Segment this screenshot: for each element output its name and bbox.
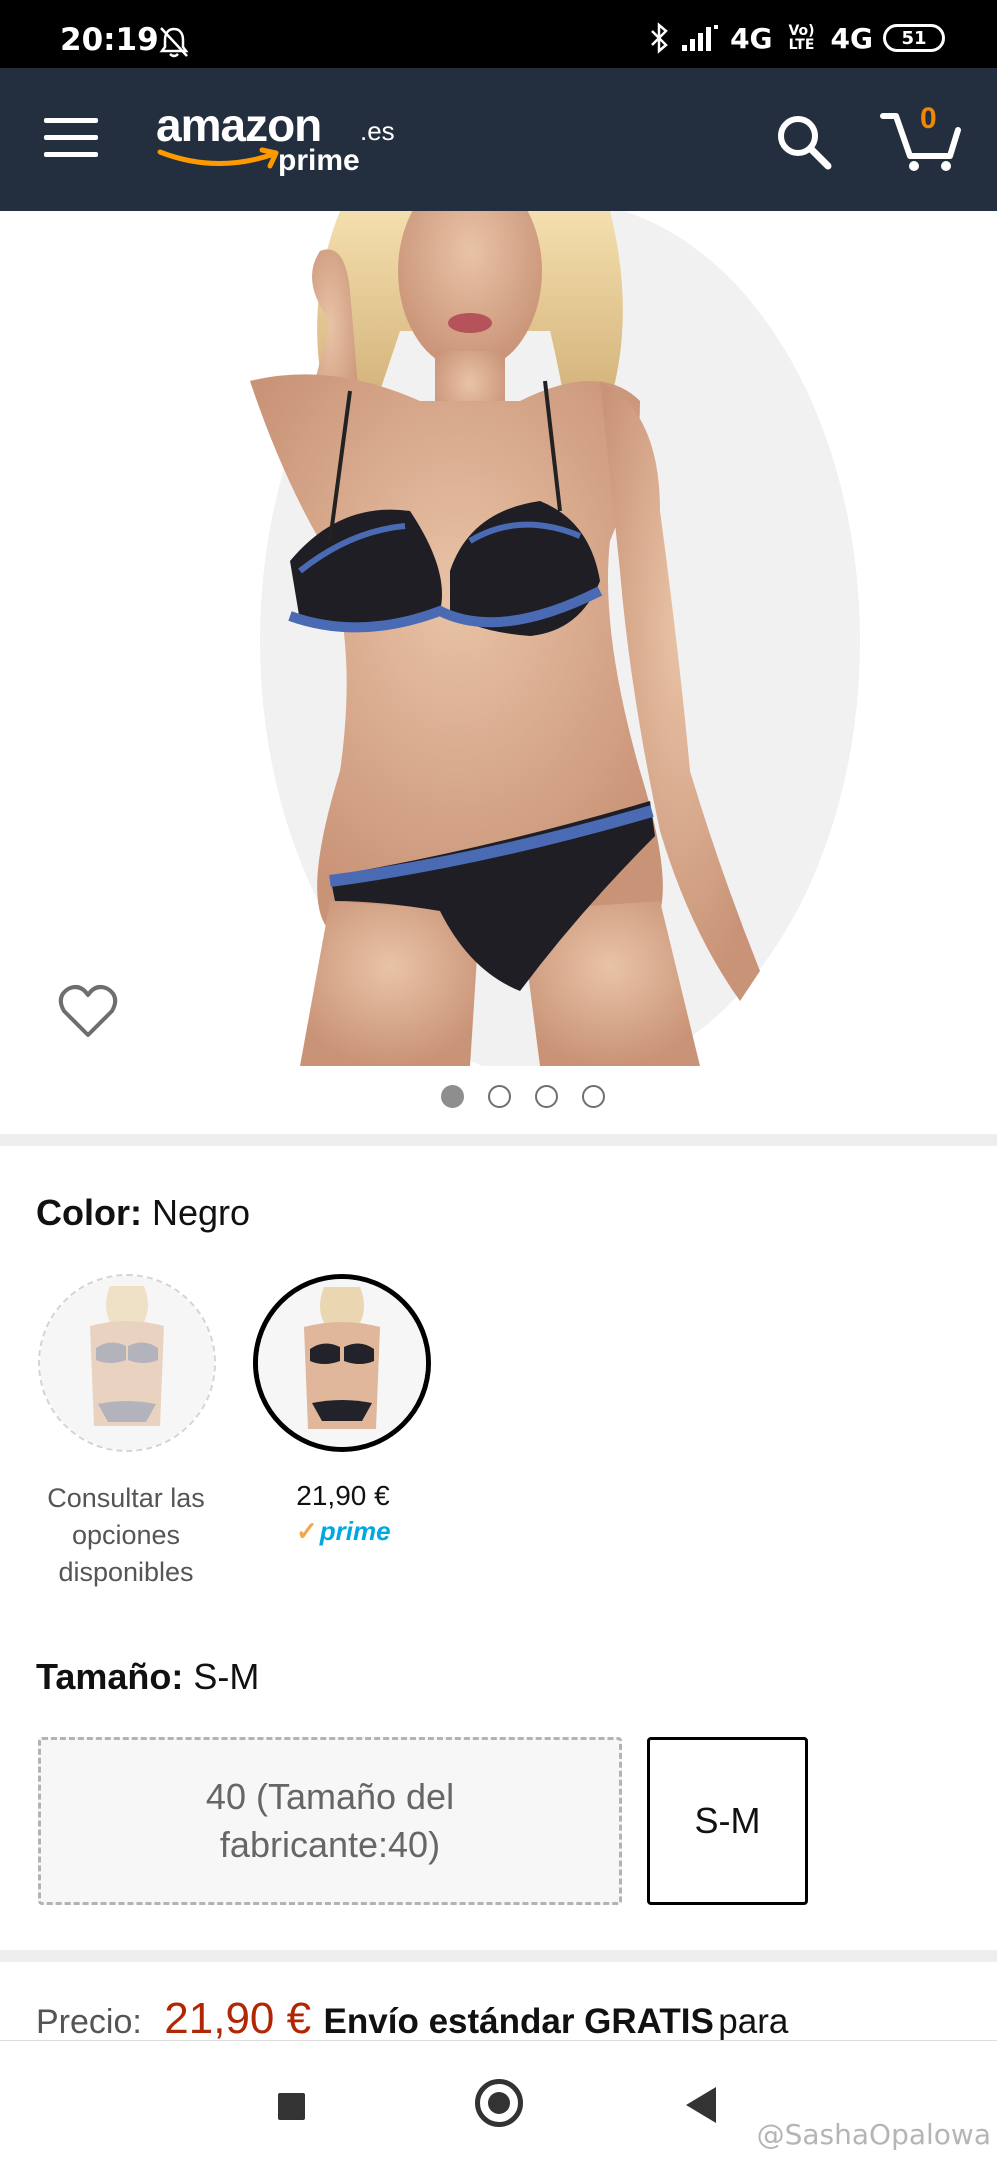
- color-swatch-unavailable[interactable]: [38, 1274, 216, 1452]
- status-icons: 4G Vo) LTE 4G 51: [648, 20, 945, 56]
- size-heading: Tamaño: S-M: [36, 1656, 259, 1698]
- section-divider: [0, 1950, 997, 1962]
- check-icon: ✓: [296, 1516, 318, 1546]
- search-icon[interactable]: [774, 112, 834, 172]
- status-bar: 20:19 4G Vo) LTE 4G 51: [0, 0, 997, 68]
- swatch-thumbnail: [40, 1276, 214, 1450]
- product-page: 20:19 4G Vo) LTE 4G 51 amazon .es prime …: [0, 0, 997, 2160]
- price-row: Precio: 21,90 € Envío estándar GRATIS pa…: [36, 1994, 976, 2040]
- carousel-dot[interactable]: [534, 1085, 558, 1108]
- network-label-1: 4G: [730, 21, 773, 55]
- carousel-dot[interactable]: [487, 1085, 511, 1108]
- network-label-2: 4G: [830, 21, 873, 55]
- size-option-40[interactable]: 40 (Tamaño del fabricante:40): [38, 1737, 622, 1905]
- bluetooth-icon: [651, 22, 668, 54]
- size-option-label: S-M: [694, 1800, 761, 1841]
- color-heading: Color: Negro: [36, 1192, 250, 1234]
- shipping-text: Envío estándar GRATIS: [323, 2002, 714, 2040]
- muted-bell-icon: [159, 27, 189, 58]
- product-photo: [0, 211, 997, 1066]
- prime-badge: ✓prime: [296, 1516, 391, 1547]
- heart-icon[interactable]: [58, 983, 118, 1039]
- carousel-dots: [0, 1085, 997, 1109]
- color-label: Color:: [36, 1192, 142, 1233]
- amazon-logo[interactable]: amazon .es prime: [156, 98, 396, 188]
- menu-icon: [44, 118, 98, 123]
- size-option-label: 40 (Tamaño del fabricante:40): [205, 1776, 455, 1865]
- app-header: amazon .es prime 0: [0, 68, 997, 211]
- section-divider: [0, 1134, 997, 1146]
- color-value: Negro: [152, 1192, 251, 1233]
- swatch-thumbnail: [258, 1279, 426, 1447]
- price-value: 21,90 €: [164, 1994, 312, 2040]
- shipping-tail: para: [718, 2002, 789, 2040]
- swatch-price: 21,90 €: [296, 1480, 390, 1511]
- size-option-s-m[interactable]: S-M: [647, 1737, 808, 1905]
- menu-button[interactable]: [44, 118, 98, 160]
- recents-button[interactable]: [278, 2093, 305, 2120]
- product-image[interactable]: [0, 211, 997, 1066]
- size-label: Tamaño:: [36, 1656, 184, 1697]
- volte-label: Vo) LTE: [788, 23, 815, 53]
- cart-button[interactable]: 0: [880, 102, 962, 172]
- status-time: 20:19: [60, 22, 159, 58]
- logo-prime: prime: [278, 144, 360, 177]
- prime-label: prime: [319, 1516, 391, 1546]
- color-swatch-negro[interactable]: [253, 1274, 431, 1452]
- carousel-dot[interactable]: [581, 1085, 605, 1108]
- watermark: @SashaOpalowa: [756, 2118, 991, 2151]
- size-value: S-M: [193, 1656, 260, 1697]
- carousel-dot[interactable]: [440, 1085, 464, 1108]
- cart-count: 0: [920, 102, 937, 135]
- battery-indicator: 51: [883, 24, 945, 52]
- home-button[interactable]: [475, 2079, 523, 2127]
- back-button[interactable]: [686, 2087, 716, 2123]
- price-label: Precio:: [36, 2003, 142, 2040]
- swatch-unavailable-label: Consultar las opciones disponibles: [47, 1483, 205, 1587]
- signal-icon: [682, 25, 719, 51]
- logo-domain: .es: [360, 116, 395, 146]
- smile-arrow-icon: [157, 147, 279, 169]
